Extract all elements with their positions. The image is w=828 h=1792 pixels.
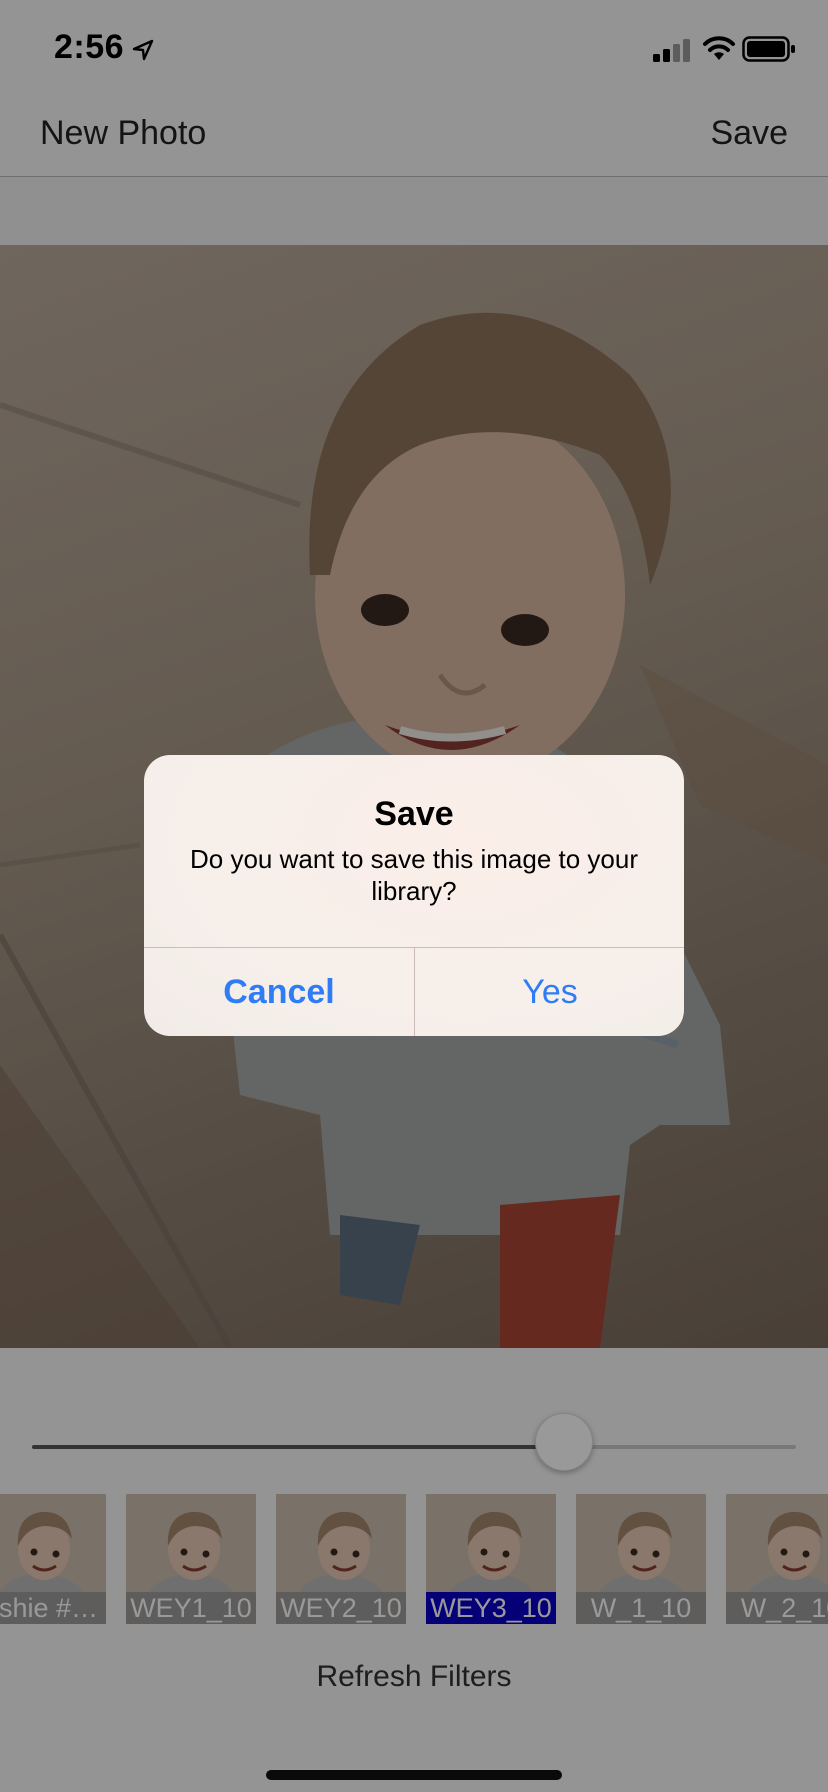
alert-title: Save [374, 795, 454, 833]
cancel-button[interactable]: Cancel [144, 948, 414, 1036]
yes-button[interactable]: Yes [415, 948, 684, 1036]
alert-message: Do you want to save this image to your l… [189, 844, 638, 906]
save-alert-dialog: Save Do you want to save this image to y… [144, 755, 684, 1036]
app-root: 2:56 New Photo Save shie #… WEY1_10 WEY2… [0, 0, 828, 1792]
